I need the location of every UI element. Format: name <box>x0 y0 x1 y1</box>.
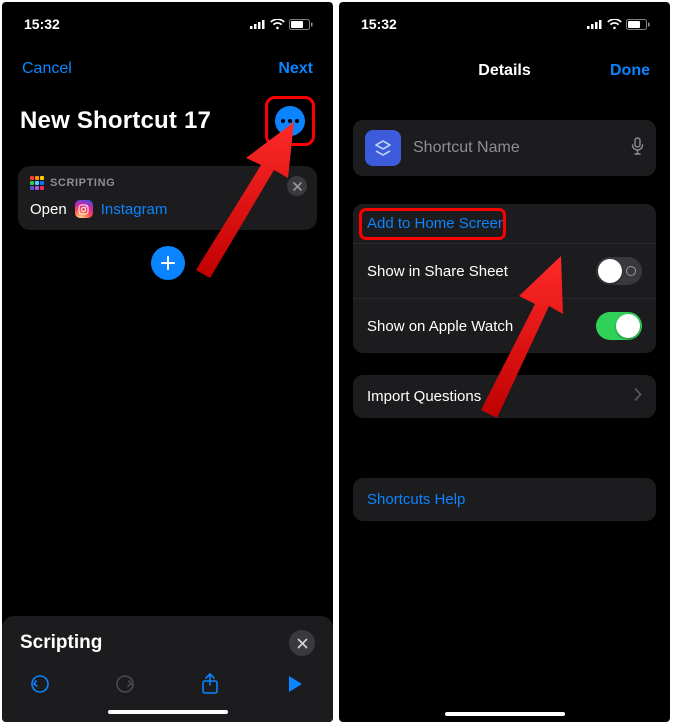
redo-button[interactable] <box>111 670 139 698</box>
shortcut-details-screen: 15:32 Details Done Shortcut Name Add to … <box>339 2 670 722</box>
add-action-button[interactable] <box>151 246 185 280</box>
apple-watch-row: Show on Apple Watch <box>353 299 656 353</box>
status-bar: 15:32 <box>339 2 670 38</box>
shortcut-editor-screen: 15:32 Cancel Next New Shortcut 17 SCRIPT… <box>2 2 333 722</box>
more-button-container <box>263 94 317 148</box>
status-indicators <box>250 19 313 30</box>
battery-icon <box>289 19 313 30</box>
apple-watch-toggle[interactable] <box>596 312 642 340</box>
status-time: 15:32 <box>361 16 397 32</box>
shortcut-name-row[interactable]: Shortcut Name <box>353 120 656 176</box>
title-row: New Shortcut 17 <box>2 88 333 162</box>
nav-bar: Cancel Next <box>2 38 333 88</box>
shortcut-glyph-icon[interactable] <box>365 130 401 166</box>
home-indicator <box>445 712 565 716</box>
action-body: Open Instagram <box>30 200 305 218</box>
undo-button[interactable] <box>26 670 54 698</box>
add-to-home-row[interactable]: Add to Home Screen <box>353 204 656 244</box>
help-section: Shortcuts Help <box>353 478 656 521</box>
shortcut-name-input[interactable]: Shortcut Name <box>413 139 619 157</box>
add-to-home-label: Add to Home Screen <box>367 215 506 232</box>
status-time: 15:32 <box>24 16 60 32</box>
page-title: New Shortcut 17 <box>20 107 211 135</box>
more-button[interactable] <box>275 106 305 136</box>
scripting-icon <box>30 176 44 190</box>
action-app[interactable]: Instagram <box>101 201 168 218</box>
status-bar: 15:32 <box>2 2 333 38</box>
import-questions-label: Import Questions <box>367 388 481 405</box>
run-button[interactable] <box>281 670 309 698</box>
instagram-icon <box>75 200 93 218</box>
cancel-button[interactable]: Cancel <box>22 60 72 78</box>
dictate-icon[interactable] <box>631 137 644 160</box>
action-category: SCRIPTING <box>50 177 115 189</box>
cellular-icon <box>250 19 266 29</box>
action-header: SCRIPTING <box>30 176 305 190</box>
share-sheet-toggle[interactable] <box>596 257 642 285</box>
status-indicators <box>587 19 650 30</box>
sheet-close-button[interactable] <box>289 630 315 656</box>
sheet-title: Scripting <box>20 632 102 654</box>
wifi-icon <box>270 19 285 30</box>
shortcuts-help-label: Shortcuts Help <box>367 491 465 508</box>
action-card[interactable]: SCRIPTING Open Instagram <box>18 166 317 230</box>
next-button[interactable]: Next <box>278 60 313 78</box>
battery-icon <box>626 19 650 30</box>
share-sheet-row: Show in Share Sheet <box>353 244 656 299</box>
cellular-icon <box>587 19 603 29</box>
home-indicator <box>108 710 228 714</box>
bottom-toolbar <box>20 656 315 704</box>
chevron-right-icon <box>634 388 642 405</box>
action-verb: Open <box>30 201 67 218</box>
done-button[interactable]: Done <box>610 62 650 80</box>
options-section: Add to Home Screen Show in Share Sheet S… <box>353 204 656 353</box>
import-section: Import Questions <box>353 375 656 418</box>
apple-watch-label: Show on Apple Watch <box>367 318 513 335</box>
category-sheet: Scripting <box>2 616 333 722</box>
details-title: Details <box>478 62 530 80</box>
wifi-icon <box>607 19 622 30</box>
share-sheet-label: Show in Share Sheet <box>367 263 508 280</box>
remove-action-button[interactable] <box>287 176 307 196</box>
details-nav: Details Done <box>339 38 670 94</box>
import-questions-row[interactable]: Import Questions <box>353 375 656 418</box>
shortcuts-help-row[interactable]: Shortcuts Help <box>353 478 656 521</box>
share-button[interactable] <box>196 670 224 698</box>
